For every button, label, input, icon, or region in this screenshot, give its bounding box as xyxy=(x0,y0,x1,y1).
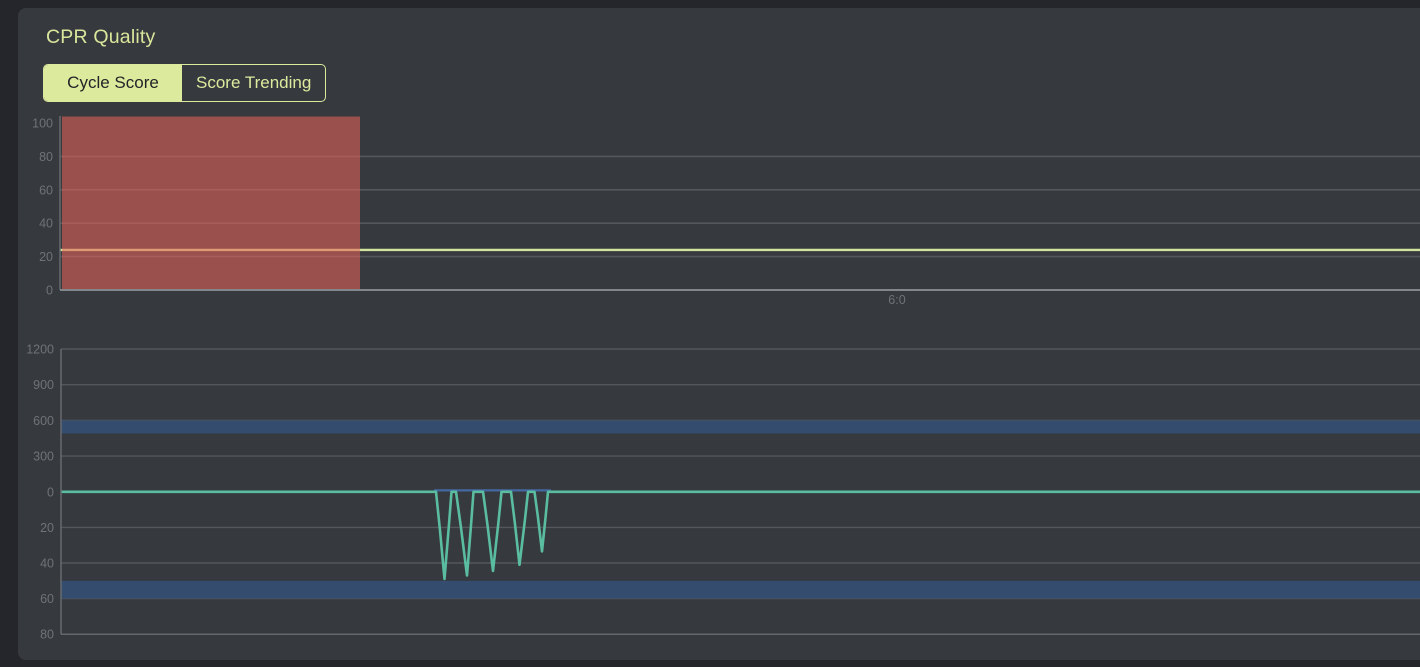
tab-score-trending[interactable]: Score Trending xyxy=(182,65,325,101)
tab-cycle-score[interactable]: Cycle Score xyxy=(44,65,182,101)
cpr-quality-screen: CPR Quality Cycle Score Score Trending 1… xyxy=(0,0,1420,667)
page-title: CPR Quality xyxy=(46,26,155,49)
cpr-quality-panel: CPR Quality Cycle Score Score Trending xyxy=(18,8,1420,660)
view-tab-group: Cycle Score Score Trending xyxy=(43,64,326,102)
